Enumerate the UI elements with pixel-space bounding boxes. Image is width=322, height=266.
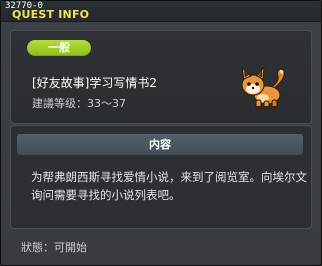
quest-summary-panel: 一般 [好友故事]学习写情书2 建議等级：33～37 [10, 30, 312, 124]
content-header: 内容 [17, 134, 303, 155]
title-bar[interactable]: 32770-0 QUEST INFO [1, 1, 321, 22]
quest-level: 建議等级：33～37 [32, 95, 126, 111]
fox-pet-icon [241, 67, 285, 110]
window-title: QUEST INFO [12, 8, 90, 21]
quest-name: [好友故事]学习写情书2 [32, 76, 157, 90]
status-label: 狀態： [21, 241, 54, 254]
quest-content-panel: 内容 为帮弗朗西斯寻找爱情小说，来到了阅览室。向埃尔文询问需要寻找的小说列表吧。 [10, 125, 312, 229]
quest-category-badge: 一般 [27, 40, 91, 56]
quest-info-window: 32770-0 QUEST INFO 一般 [好友故事]学习写情书2 建議等级：… [0, 0, 322, 266]
quest-status: 狀態：可開始 [21, 239, 87, 255]
level-range: 33～37 [87, 97, 126, 110]
status-value: 可開始 [54, 241, 87, 254]
content-text: 为帮弗朗西斯寻找爱情小说，来到了阅览室。向埃尔文询问需要寻找的小说列表吧。 [31, 170, 307, 202]
level-label: 建議等级： [32, 97, 87, 110]
